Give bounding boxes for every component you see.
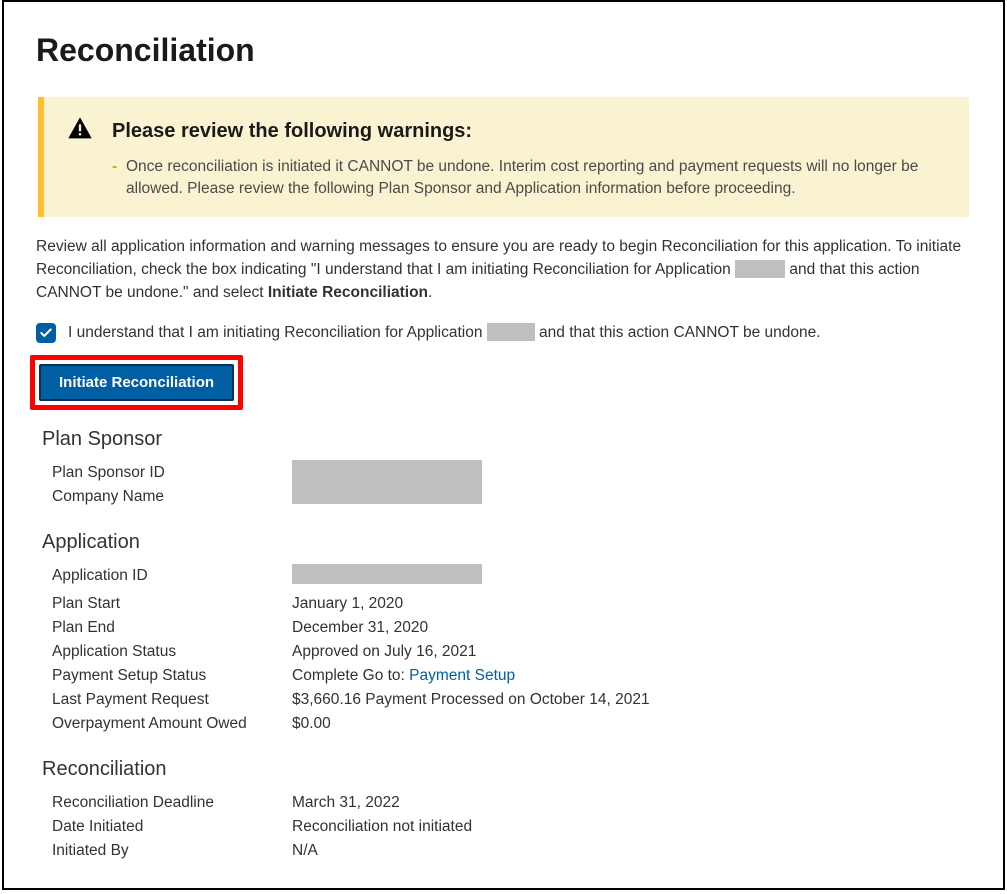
last-payment-row: Last Payment Request $3,660.16 Payment P… xyxy=(42,688,971,712)
confirm-label-post: and that this action CANNOT be undone. xyxy=(535,324,821,341)
warning-banner: Please review the following warnings: On… xyxy=(38,97,969,217)
reconciliation-deadline-row: Reconciliation Deadline March 31, 2022 xyxy=(42,791,971,815)
plan-start-value: January 1, 2020 xyxy=(292,592,971,616)
company-name-label: Company Name xyxy=(42,485,292,509)
intro-part3: . xyxy=(428,284,432,301)
overpayment-label: Overpayment Amount Owed xyxy=(42,712,292,736)
company-name-row: Company Name xyxy=(42,485,971,509)
plan-sponsor-section: Plan Sponsor Plan Sponsor ID Company Nam… xyxy=(42,428,971,509)
redacted-application-id xyxy=(292,564,482,584)
plan-start-row: Plan Start January 1, 2020 xyxy=(42,592,971,616)
application-status-label: Application Status xyxy=(42,640,292,664)
plan-end-label: Plan End xyxy=(42,616,292,640)
payment-setup-prefix: Complete Go to: xyxy=(292,667,409,684)
payment-setup-link[interactable]: Payment Setup xyxy=(409,667,515,684)
application-id-label: Application ID xyxy=(42,564,292,588)
warning-item: Once reconciliation is initiated it CANN… xyxy=(112,156,947,201)
overpayment-value: $0.00 xyxy=(292,712,971,736)
initiated-by-value: N/A xyxy=(292,839,971,863)
application-status-value: Approved on July 16, 2021 xyxy=(292,640,971,664)
application-status-row: Application Status Approved on July 16, … xyxy=(42,640,971,664)
reconciliation-section: Reconciliation Reconciliation Deadline M… xyxy=(42,758,971,863)
last-payment-value: $3,660.16 Payment Processed on October 1… xyxy=(292,688,971,712)
date-initiated-label: Date Initiated xyxy=(42,815,292,839)
application-section: Application Application ID Plan Start Ja… xyxy=(42,531,971,736)
page-title: Reconciliation xyxy=(36,32,971,69)
payment-setup-label: Payment Setup Status xyxy=(42,664,292,688)
reconciliation-deadline-value: March 31, 2022 xyxy=(292,791,971,815)
initiate-button-highlight: Initiate Reconciliation xyxy=(30,355,243,410)
confirm-label: I understand that I am initiating Reconc… xyxy=(68,323,821,342)
plan-sponsor-id-row: Plan Sponsor ID xyxy=(42,461,971,485)
payment-setup-row: Payment Setup Status Complete Go to: Pay… xyxy=(42,664,971,688)
intro-bold: Initiate Reconciliation xyxy=(268,284,428,301)
redacted-app-id-2 xyxy=(487,323,535,341)
plan-sponsor-id-label: Plan Sponsor ID xyxy=(42,461,292,485)
redacted-sponsor-block xyxy=(292,460,482,504)
plan-sponsor-heading: Plan Sponsor xyxy=(42,428,971,451)
plan-end-value: December 31, 2020 xyxy=(292,616,971,640)
warning-icon xyxy=(66,115,94,148)
application-id-row: Application ID xyxy=(42,564,971,592)
plan-end-row: Plan End December 31, 2020 xyxy=(42,616,971,640)
reconciliation-heading: Reconciliation xyxy=(42,758,971,781)
initiated-by-row: Initiated By N/A xyxy=(42,839,971,863)
intro-text: Review all application information and w… xyxy=(36,235,971,305)
initiate-reconciliation-button[interactable]: Initiate Reconciliation xyxy=(39,364,234,401)
overpayment-row: Overpayment Amount Owed $0.00 xyxy=(42,712,971,736)
initiated-by-label: Initiated By xyxy=(42,839,292,863)
application-heading: Application xyxy=(42,531,971,554)
confirm-checkbox[interactable] xyxy=(36,323,56,343)
date-initiated-row: Date Initiated Reconciliation not initia… xyxy=(42,815,971,839)
last-payment-label: Last Payment Request xyxy=(42,688,292,712)
date-initiated-value: Reconciliation not initiated xyxy=(292,815,971,839)
redacted-app-id xyxy=(735,260,785,278)
plan-start-label: Plan Start xyxy=(42,592,292,616)
warning-heading: Please review the following warnings: xyxy=(112,120,472,143)
reconciliation-deadline-label: Reconciliation Deadline xyxy=(42,791,292,815)
confirm-label-pre: I understand that I am initiating Reconc… xyxy=(68,324,487,341)
